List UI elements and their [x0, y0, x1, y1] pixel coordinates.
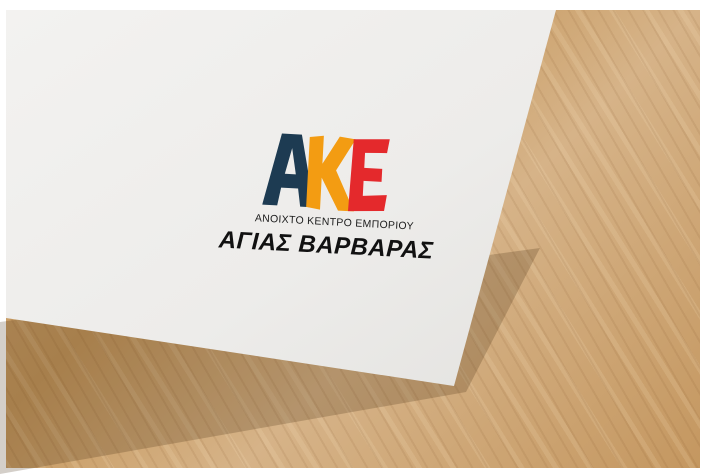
letter-epsilon	[347, 139, 390, 212]
ake-monogram	[262, 133, 390, 212]
mockup-scene: ΑΝΟΙΧΤΟ ΚΕΝΤΡΟ ΕΜΠΟΡΙΟΥ ΑΓΙΑΣ ΒΑΡΒΑΡΑΣ	[0, 0, 705, 474]
ake-logo: ΑΝΟΙΧΤΟ ΚΕΝΤΡΟ ΕΜΠΟΡΙΟΥ ΑΓΙΑΣ ΒΑΡΒΑΡΑΣ	[207, 114, 446, 306]
